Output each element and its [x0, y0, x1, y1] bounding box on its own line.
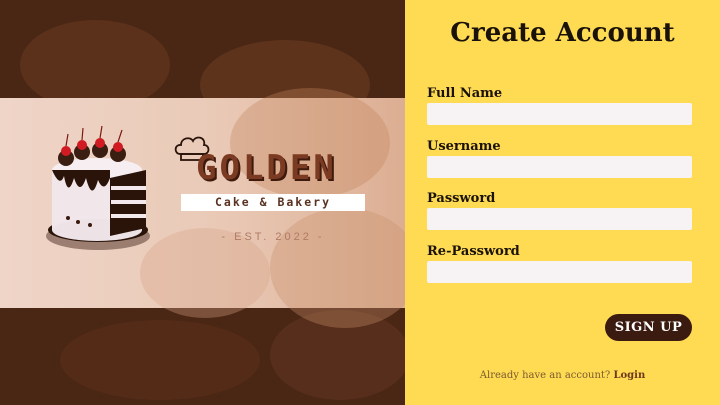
brand-subtitle: Cake & Bakery: [181, 194, 365, 211]
login-prompt-text: Already have an account?: [479, 370, 611, 381]
login-prompt: Already have an account? Login: [405, 370, 720, 381]
full-name-label: Full Name: [427, 86, 503, 101]
re-password-label: Re-Password: [427, 244, 520, 259]
login-link[interactable]: Login: [613, 370, 645, 381]
brand-panel: GOLDEN Cake & Bakery - EST. 2022 -: [0, 0, 405, 405]
full-name-input[interactable]: [427, 103, 692, 125]
username-input[interactable]: [427, 156, 692, 178]
brand-established: - EST. 2022 -: [221, 231, 325, 243]
bg-pastry-shape: [20, 20, 170, 110]
username-label: Username: [427, 139, 501, 154]
brand-title: GOLDEN: [196, 148, 337, 188]
signup-form-panel: Create Account Full Name Username Passwo…: [405, 0, 720, 405]
bg-pastry-shape: [270, 208, 405, 328]
password-input[interactable]: [427, 208, 692, 230]
bg-pastry-shape: [60, 320, 260, 400]
sign-up-button[interactable]: SIGN UP: [605, 314, 692, 341]
cake-image: [46, 125, 150, 250]
form-title: Create Account: [450, 18, 675, 48]
password-label: Password: [427, 191, 496, 206]
re-password-input[interactable]: [427, 261, 692, 283]
